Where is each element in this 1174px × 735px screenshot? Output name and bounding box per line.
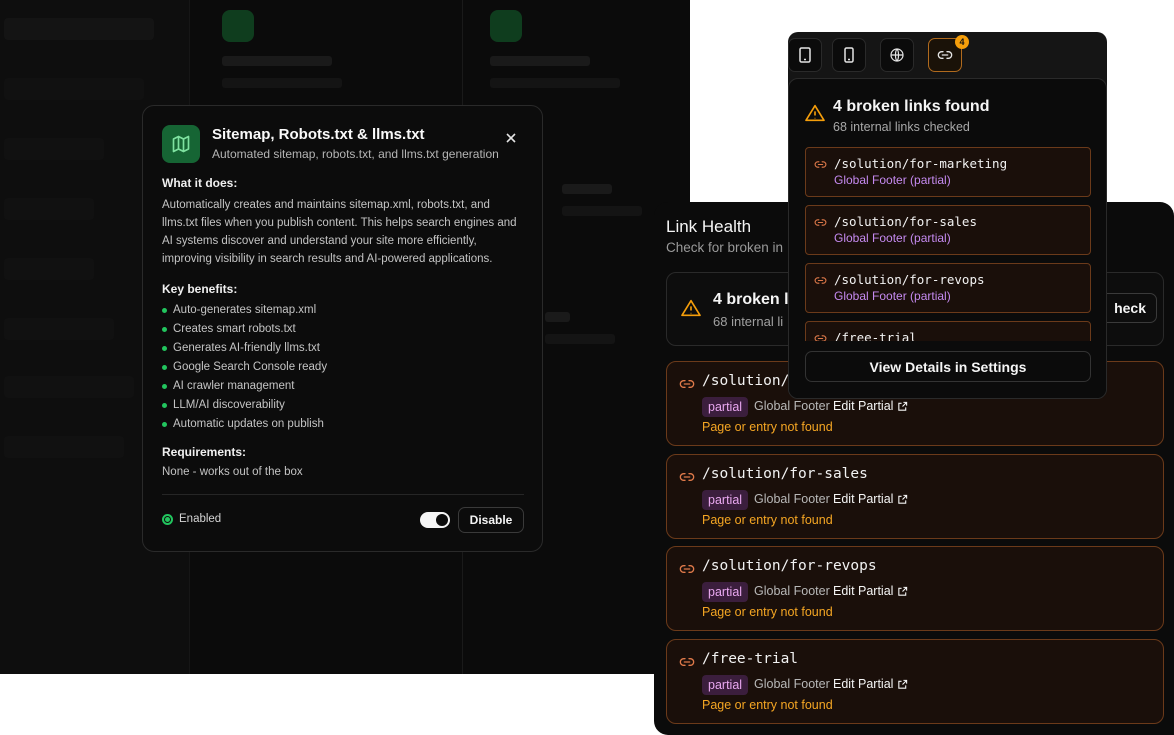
status-text: Enabled	[179, 513, 222, 525]
what-it-does-text: Automatically creates and maintains site…	[162, 199, 517, 265]
benefits-list: Auto-generates sitemap.xml Creates smart…	[162, 301, 327, 434]
link-source: Global Footer	[754, 492, 830, 506]
link-location: Global Footer (partial)	[834, 289, 951, 303]
link-icon	[814, 219, 827, 226]
link-path: /solution/for-sales	[702, 466, 868, 482]
link-location: Global Footer (partial)	[834, 231, 951, 245]
enable-toggle[interactable]	[420, 512, 450, 528]
broken-link-item: /free-trial partial Global Footer Edit P…	[666, 639, 1164, 724]
list-item: Automatic updates on publish	[162, 415, 327, 434]
links-checked: 68 internal li	[713, 314, 784, 329]
link-icon	[937, 51, 953, 59]
edit-partial-link[interactable]: Edit Partial	[833, 399, 908, 413]
list-item: Creates smart robots.txt	[162, 320, 327, 339]
error-message: Page or entry not found	[702, 513, 833, 527]
link-path: /free-trial	[702, 651, 799, 667]
mobile-icon	[844, 47, 854, 63]
tablet-view-button[interactable]	[788, 38, 822, 72]
page-title: Link Health	[666, 217, 752, 236]
error-message: Page or entry not found	[702, 420, 833, 434]
globe-icon	[890, 48, 904, 62]
broken-link-item: /solution/for-revops partial Global Foot…	[666, 546, 1164, 631]
link-icon	[679, 658, 695, 666]
warning-icon	[805, 104, 825, 122]
link-icon	[679, 473, 695, 481]
what-it-does-heading: What it does:	[162, 176, 238, 190]
link-source: Global Footer	[754, 399, 830, 413]
mobile-view-button[interactable]	[832, 38, 866, 72]
link-path: /solution/for-revops	[834, 272, 985, 287]
external-link-icon	[898, 401, 908, 411]
broken-count: 4 broken li	[713, 291, 794, 308]
list-item: AI crawler management	[162, 377, 327, 396]
disable-button[interactable]: Disable	[458, 507, 524, 533]
close-button[interactable]	[501, 128, 521, 148]
edit-partial-link[interactable]: Edit Partial	[833, 677, 908, 691]
tablet-icon	[799, 47, 811, 63]
broken-link-item[interactable]: /solution/for-revops Global Footer (part…	[805, 263, 1091, 313]
module-detail-modal: Sitemap, Robots.txt & llms.txt Automated…	[142, 105, 543, 552]
edit-partial-link[interactable]: Edit Partial	[833, 584, 908, 598]
link-source: Global Footer	[754, 677, 830, 691]
links-checked: 68 internal links checked	[833, 120, 970, 134]
list-item: Google Search Console ready	[162, 358, 327, 377]
page-subtitle: Check for broken in	[666, 240, 784, 255]
link-path: /solution/for-sales	[834, 214, 977, 229]
partial-badge: partial	[702, 490, 749, 510]
link-icon	[814, 161, 827, 168]
toolbar-popover-container: 4 4 broken links found 68 internal links…	[788, 32, 1107, 399]
error-message: Page or entry not found	[702, 605, 833, 619]
module-title: Sitemap, Robots.txt & llms.txt	[212, 126, 425, 143]
link-path: /solution/for-revops	[702, 558, 877, 574]
link-icon	[679, 565, 695, 573]
view-details-button[interactable]: View Details in Settings	[805, 351, 1091, 382]
broken-count-badge: 4	[955, 35, 969, 49]
link-location: Global Footer (partial)	[834, 173, 951, 187]
globe-button[interactable]	[880, 38, 914, 72]
broken-links-popover: 4 broken links found 68 internal links c…	[788, 78, 1107, 399]
broken-link-item[interactable]: /solution/for-marketing Global Footer (p…	[805, 147, 1091, 197]
external-link-icon	[898, 679, 908, 689]
partial-badge: partial	[702, 397, 749, 417]
map-icon	[162, 125, 200, 163]
key-benefits-heading: Key benefits:	[162, 282, 238, 296]
external-link-icon	[898, 494, 908, 504]
link-icon	[679, 380, 695, 388]
broken-link-item[interactable]: /solution/for-sales Global Footer (parti…	[805, 205, 1091, 255]
broken-link-item: /solution/for-sales partial Global Foote…	[666, 454, 1164, 539]
link-path: /solution/for-marketing	[834, 156, 1008, 171]
link-icon	[814, 277, 827, 284]
module-subtitle: Automated sitemap, robots.txt, and llms.…	[212, 147, 499, 161]
link-source: Global Footer	[754, 584, 830, 598]
requirements-text: None - works out of the box	[162, 466, 303, 478]
list-item: LLM/AI discoverability	[162, 396, 327, 415]
partial-badge: partial	[702, 582, 749, 602]
edit-partial-link[interactable]: Edit Partial	[833, 492, 908, 506]
partial-badge: partial	[702, 675, 749, 695]
list-item: Generates AI-friendly llms.txt	[162, 339, 327, 358]
warning-icon	[681, 299, 701, 317]
close-icon	[506, 133, 516, 143]
error-message: Page or entry not found	[702, 698, 833, 712]
status-indicator-icon	[162, 514, 173, 525]
external-link-icon	[898, 586, 908, 596]
requirements-heading: Requirements:	[162, 445, 247, 459]
divider	[162, 494, 524, 495]
list-item: Auto-generates sitemap.xml	[162, 301, 327, 320]
broken-count: 4 broken links found	[833, 98, 990, 115]
